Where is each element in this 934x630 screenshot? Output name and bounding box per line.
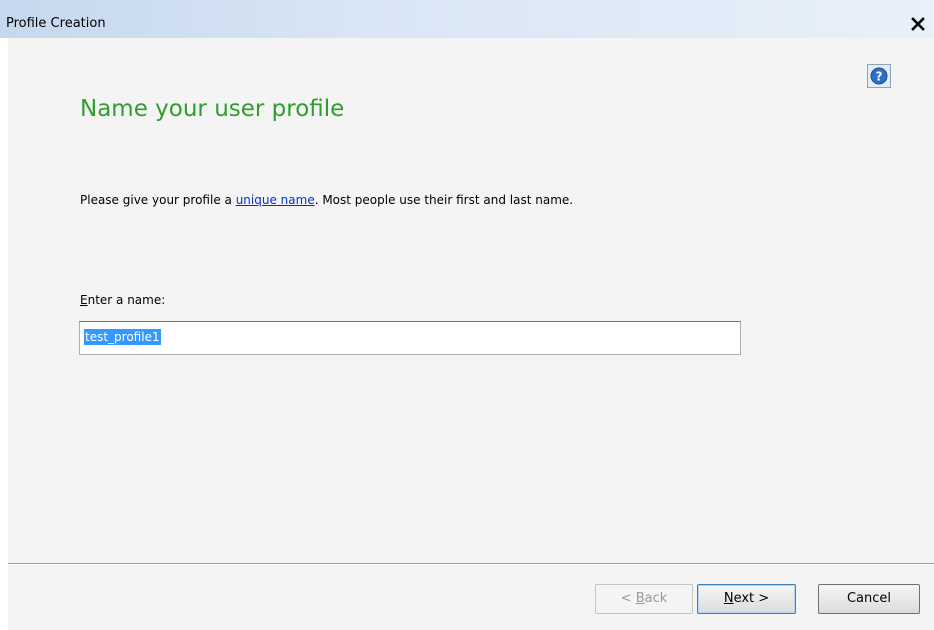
profile-creation-dialog: Profile Creation ? Name your user profil… [0, 0, 934, 630]
close-icon [911, 17, 925, 31]
back-button[interactable]: < Back [595, 584, 693, 614]
title-bar: Profile Creation [0, 0, 934, 38]
description-text: Please give your profile a unique name. … [80, 193, 573, 207]
help-icon: ? [870, 67, 888, 85]
back-prefix: < [620, 591, 636, 606]
back-rest: ack [644, 591, 668, 606]
next-mnemonic: N [723, 591, 734, 606]
svg-text:?: ? [876, 70, 883, 84]
description-before: Please give your profile a [80, 193, 236, 207]
window-title: Profile Creation [6, 16, 106, 31]
close-button[interactable] [908, 14, 928, 34]
next-button[interactable]: Next > [697, 584, 796, 614]
unique-name-link[interactable]: unique name [236, 193, 315, 207]
name-input[interactable]: test_profile1 [79, 321, 741, 355]
footer-separator [8, 563, 934, 565]
description-after: . Most people use their first and last n… [314, 193, 574, 207]
label-mnemonic: E [80, 293, 88, 307]
help-button[interactable]: ? [867, 64, 891, 88]
page-heading: Name your user profile [80, 96, 345, 122]
cancel-button[interactable]: Cancel [818, 584, 920, 614]
label-rest: nter a name: [87, 293, 166, 307]
name-input-selected-text: test_profile1 [84, 329, 161, 345]
name-field-label: Enter a name: [80, 293, 165, 307]
next-rest: ext > [733, 591, 770, 606]
back-mnemonic: B [635, 591, 645, 606]
